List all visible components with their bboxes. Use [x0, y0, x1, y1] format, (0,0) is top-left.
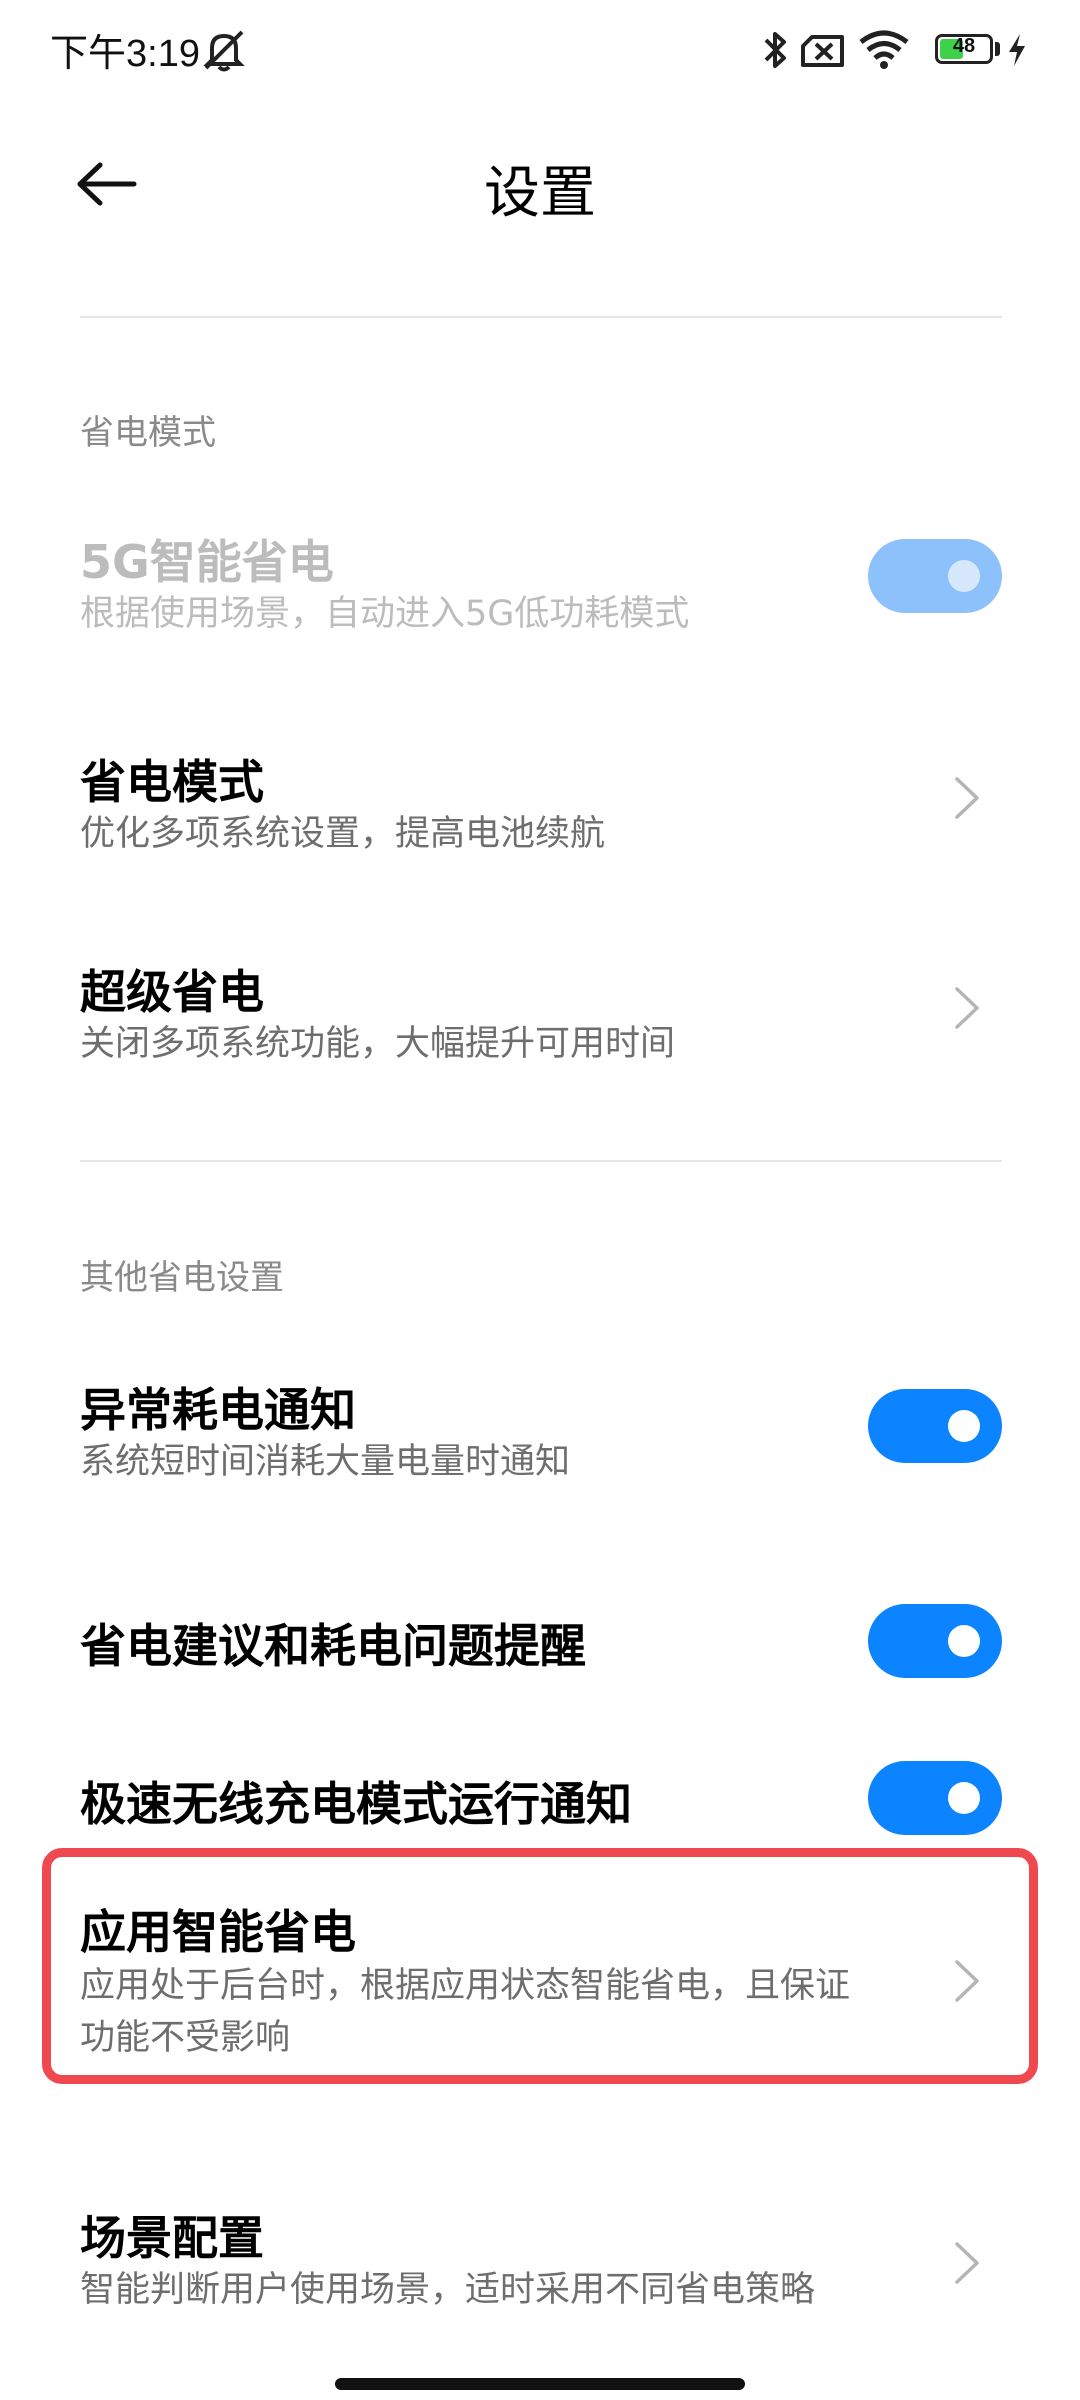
chevron-right-icon — [955, 777, 979, 819]
toggle-knob — [948, 1782, 980, 1814]
toggle-saving-suggestions[interactable] — [868, 1604, 1002, 1678]
wifi-icon — [859, 30, 909, 69]
row-fast-wireless-charging-notification[interactable]: 极速无线充电模式运行通知 — [0, 1740, 1080, 1860]
toggle-knob — [948, 560, 980, 592]
divider — [80, 1160, 1002, 1162]
battery-tip — [995, 42, 1000, 56]
page-title: 设置 — [484, 161, 596, 226]
row-subtitle: 智能判断用户使用场景，适时采用不同省电策略 — [80, 2270, 816, 2310]
row-title: 超级省电 — [80, 965, 264, 1019]
row-subtitle: 优化多项系统设置，提高电池续航 — [80, 814, 606, 854]
row-subtitle: 应用处于后台时，根据应用状态智能省电，且保证功能不受影响 — [80, 1966, 851, 2058]
row-5g-smart-saving[interactable]: 5G智能省电 根据使用场景，自动进入5G低功耗模式 — [0, 500, 1080, 650]
row-app-smart-saving[interactable]: 应用智能省电 应用处于后台时，根据应用状态智能省电，且保证功能不受影响 — [0, 1880, 1080, 2080]
toggle-knob — [948, 1625, 980, 1657]
row-title: 异常耗电通知 — [80, 1383, 356, 1437]
row-saving-suggestions[interactable]: 省电建议和耗电问题提醒 — [0, 1580, 1080, 1700]
row-title: 应用智能省电 — [80, 1905, 356, 1959]
row-ultra-power-saving[interactable]: 超级省电 关闭多项系统功能，大幅提升可用时间 — [0, 930, 1080, 1080]
row-power-saving-mode[interactable]: 省电模式 优化多项系统设置，提高电池续航 — [0, 720, 1080, 870]
row-title: 省电模式 — [80, 755, 264, 809]
toggle-knob — [948, 1410, 980, 1442]
status-bar: 下午3:19 48 — [0, 0, 1080, 100]
bluetooth-icon — [764, 32, 786, 68]
battery-icon: 48 — [935, 34, 993, 64]
row-subtitle: 系统短时间消耗大量电量时通知 — [80, 1442, 571, 1482]
status-time: 下午3:19 — [50, 33, 200, 75]
row-subtitle: 根据使用场景，自动进入5G低功耗模式 — [80, 594, 690, 634]
section-header-power-saving: 省电模式 — [80, 413, 216, 453]
toggle-abnormal-drain-notification[interactable] — [868, 1389, 1002, 1463]
home-indicator[interactable] — [335, 2378, 745, 2390]
row-title: 5G智能省电 — [80, 535, 334, 589]
chevron-right-icon — [955, 2242, 979, 2284]
toggle-5g-smart-saving[interactable] — [868, 539, 1002, 613]
muted-notification-icon — [203, 30, 245, 72]
charging-icon — [1009, 34, 1025, 66]
no-sim-icon — [801, 35, 844, 67]
divider — [80, 316, 1002, 318]
row-title: 极速无线充电模式运行通知 — [80, 1777, 632, 1831]
row-subtitle: 关闭多项系统功能，大幅提升可用时间 — [80, 1024, 676, 1064]
row-title: 场景配置 — [80, 2211, 264, 2265]
chevron-right-icon — [955, 1960, 979, 2002]
row-scene-configuration[interactable]: 场景配置 智能判断用户使用场景，适时采用不同省电策略 — [0, 2180, 1080, 2330]
row-abnormal-drain-notification[interactable]: 异常耗电通知 系统短时间消耗大量电量时通知 — [0, 1350, 1080, 1500]
battery-level: 48 — [952, 35, 976, 57]
section-header-other: 其他省电设置 — [80, 1258, 284, 1298]
chevron-right-icon — [955, 987, 979, 1029]
toggle-fast-wireless-charging-notification[interactable] — [868, 1761, 1002, 1835]
header: 设置 — [0, 110, 1080, 260]
row-title: 省电建议和耗电问题提醒 — [80, 1619, 586, 1673]
